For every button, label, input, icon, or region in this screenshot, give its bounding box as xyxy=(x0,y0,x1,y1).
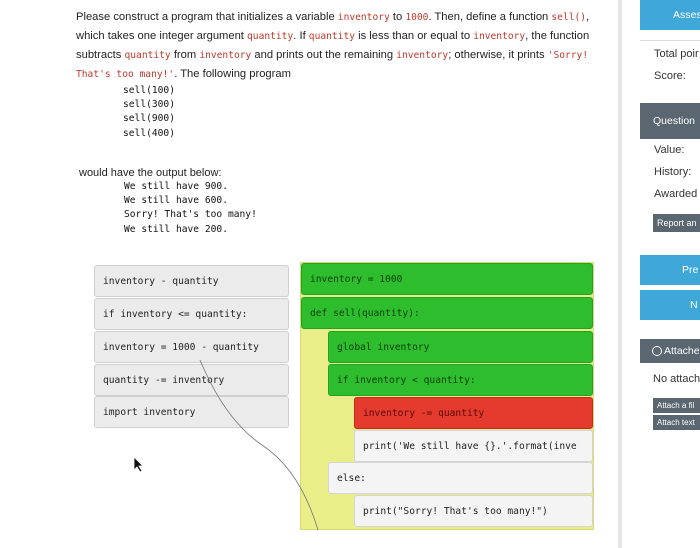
prev-button[interactable]: Pre xyxy=(640,255,700,285)
question-prompt: Please construct a program that initiali… xyxy=(76,11,590,80)
solution-block[interactable]: else: xyxy=(328,462,593,494)
attached-header: Attache xyxy=(640,339,700,363)
separator xyxy=(640,40,700,41)
next-button[interactable]: N xyxy=(640,290,700,320)
example-output: We still have 900. We still have 600. Sorr… xyxy=(124,181,257,235)
solution-block[interactable]: if inventory < quantity: xyxy=(328,364,593,396)
solution-block[interactable]: inventory = 1000 xyxy=(301,263,593,295)
solution-block[interactable]: global inventory xyxy=(328,331,593,363)
source-block[interactable]: import inventory xyxy=(94,396,289,428)
report-button[interactable]: Report an xyxy=(653,214,700,232)
paperclip-icon xyxy=(652,346,662,357)
solution-block[interactable]: print("Sorry! That's too many!") xyxy=(354,495,593,527)
output-label: would have the output below: xyxy=(79,167,222,179)
score-label: Score: xyxy=(654,70,686,82)
right-panel: Asses Total poir Score: Question Value: … xyxy=(640,0,700,548)
solution-block[interactable]: def sell(quantity): xyxy=(301,297,593,329)
source-block[interactable]: quantity -= inventory xyxy=(94,364,289,396)
attach-file-button[interactable]: Attach a fil xyxy=(653,398,700,413)
question-button[interactable]: Question xyxy=(640,103,700,139)
solution-block[interactable]: print('We still have {}.'.format(inve xyxy=(354,430,593,462)
solution-block[interactable]: inventory -= quantity xyxy=(354,397,593,429)
source-block[interactable]: inventory - quantity xyxy=(94,265,289,297)
example-code: sell(100) sell(300) sell(900) sell(400) xyxy=(123,85,175,139)
total-points-label: Total poir xyxy=(654,48,699,60)
history-label: History: xyxy=(654,166,692,178)
source-block[interactable]: inventory = 1000 - quantity xyxy=(94,331,289,363)
attach-text-button[interactable]: Attach text xyxy=(653,415,700,430)
value-label: Value: xyxy=(654,144,685,156)
panel-divider[interactable] xyxy=(618,0,622,548)
no-attachments-label: No attach xyxy=(653,373,700,385)
source-block[interactable]: if inventory <= quantity: xyxy=(94,298,289,330)
mouse-cursor-icon xyxy=(133,456,144,473)
assess-button[interactable]: Asses xyxy=(640,0,700,30)
awarded-label: Awarded xyxy=(654,188,698,200)
